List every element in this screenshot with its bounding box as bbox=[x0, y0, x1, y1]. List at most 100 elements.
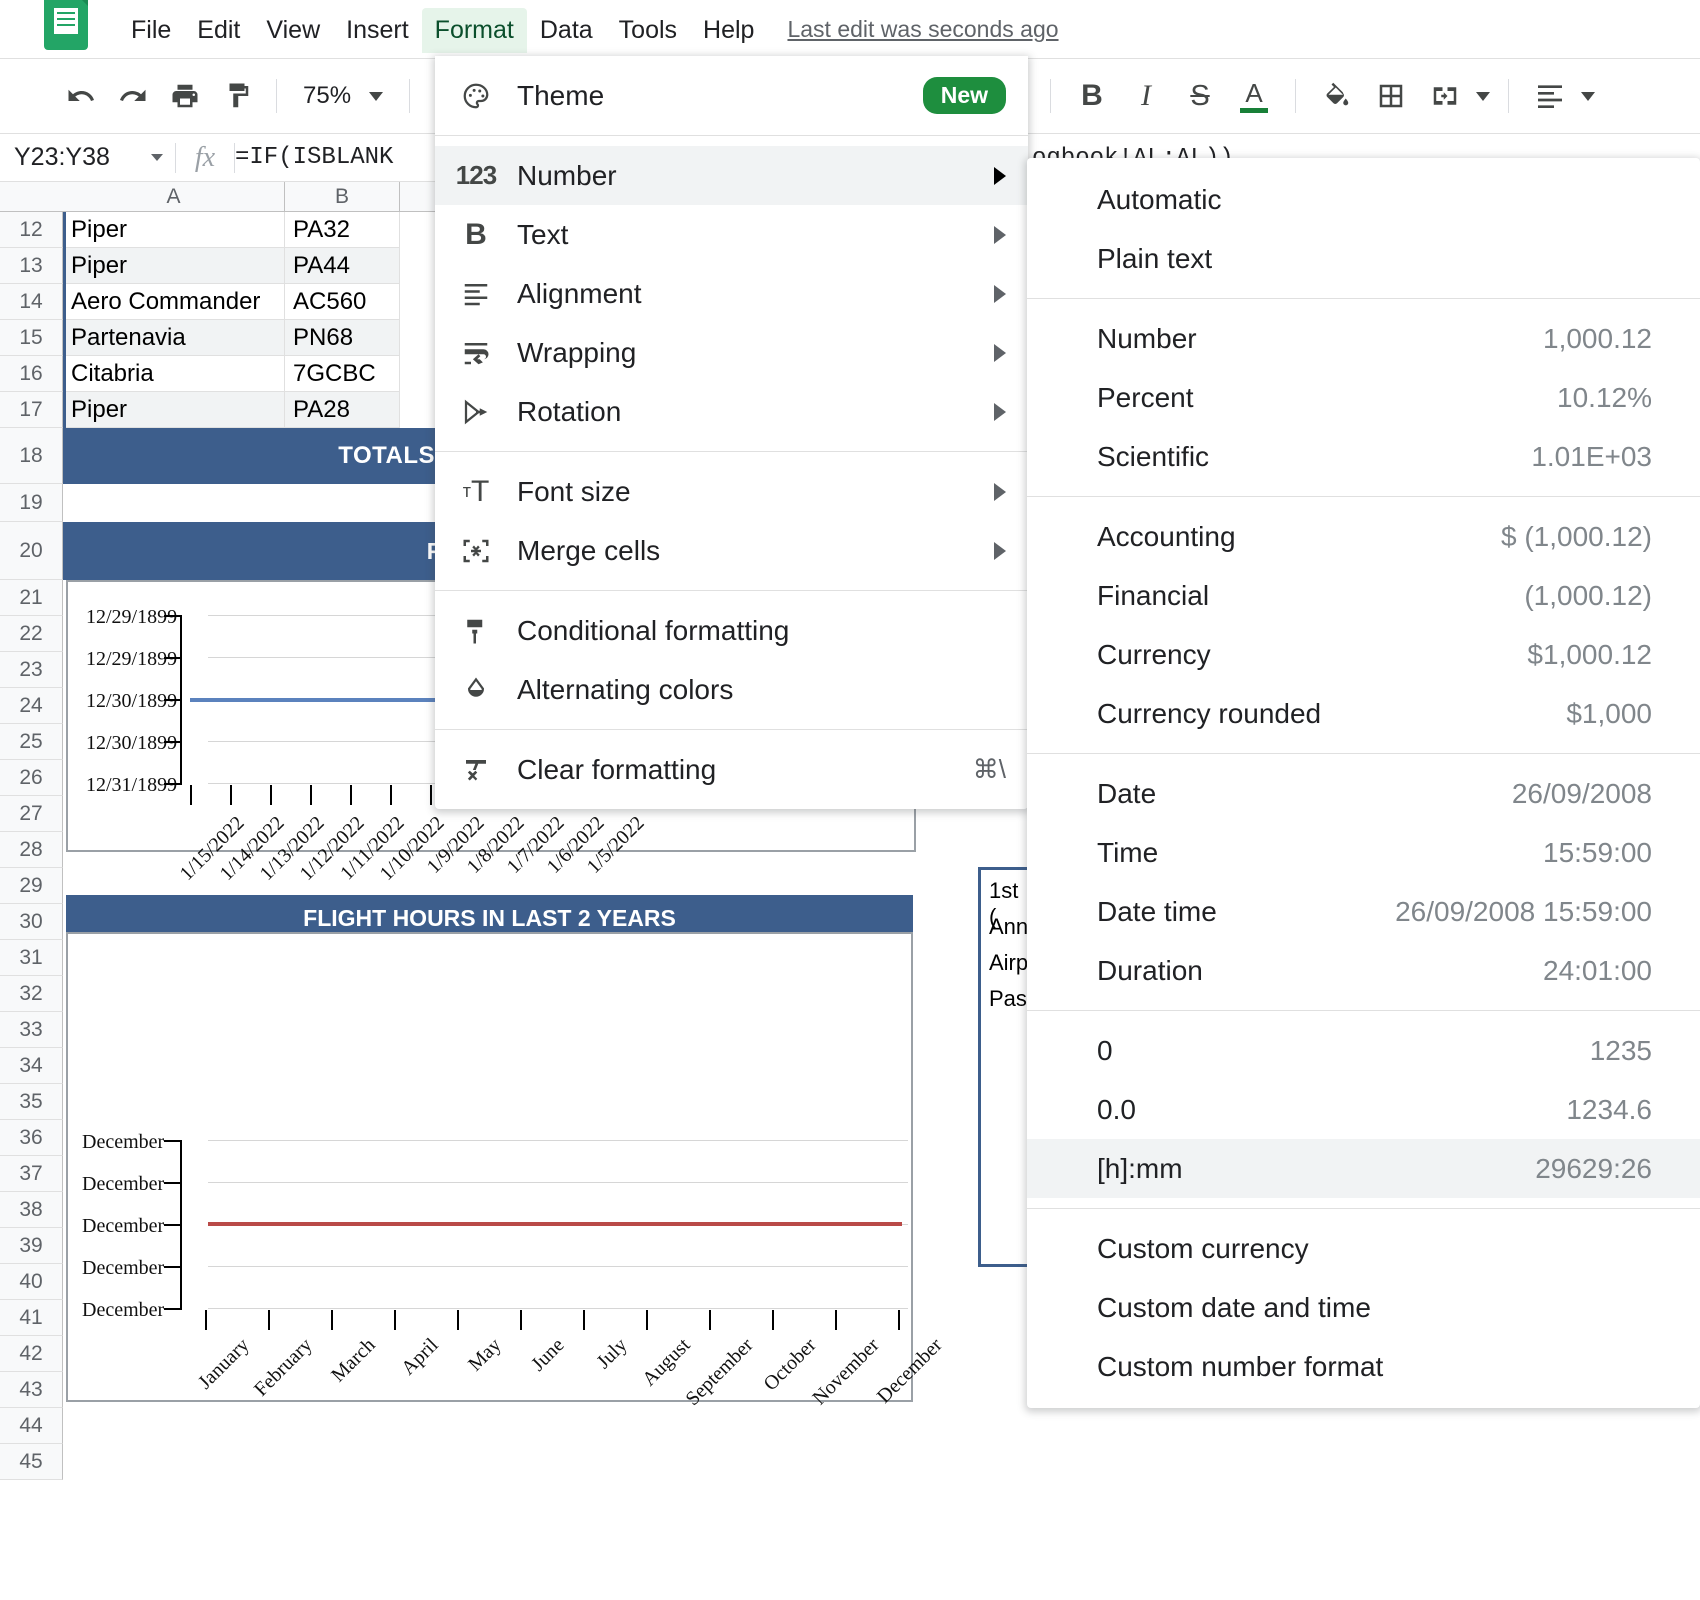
paint-format-icon[interactable] bbox=[214, 73, 260, 119]
row-header-18[interactable]: 18 bbox=[0, 428, 63, 484]
number-format-currency-rounded[interactable]: Currency rounded $1,000 bbox=[1027, 684, 1700, 743]
format-menu[interactable]: Theme New 123 Number B Text Alignment Wr… bbox=[435, 56, 1028, 809]
menu-file[interactable]: File bbox=[118, 8, 184, 53]
number-format-duration[interactable]: Duration 24:01:00 bbox=[1027, 941, 1700, 1000]
row-header-38[interactable]: 38 bbox=[0, 1192, 63, 1228]
sheets-logo-icon[interactable] bbox=[44, 0, 88, 50]
horizontal-align-icon[interactable] bbox=[1527, 73, 1573, 119]
row-header-12[interactable]: 12 bbox=[0, 212, 63, 248]
row-header-20[interactable]: 20 bbox=[0, 522, 63, 580]
menu-data[interactable]: Data bbox=[527, 8, 606, 53]
number-format-custom-date-time[interactable]: Custom date and time bbox=[1027, 1278, 1700, 1337]
menu-help[interactable]: Help bbox=[690, 8, 767, 53]
fill-color-icon[interactable] bbox=[1314, 73, 1360, 119]
number-format-financial[interactable]: Financial (1,000.12) bbox=[1027, 566, 1700, 625]
row-header-17[interactable]: 17 bbox=[0, 392, 63, 428]
row-header-39[interactable]: 39 bbox=[0, 1228, 63, 1264]
menu-tools[interactable]: Tools bbox=[606, 8, 690, 53]
row-header-14[interactable]: 14 bbox=[0, 284, 63, 320]
row-header-25[interactable]: 25 bbox=[0, 724, 63, 760]
cell-b15[interactable]: PN68 bbox=[285, 320, 400, 356]
row-header-23[interactable]: 23 bbox=[0, 652, 63, 688]
selected-range-panel[interactable]: 1st ( Ann Airp Pass bbox=[978, 867, 1028, 1267]
row-header-32[interactable]: 32 bbox=[0, 976, 63, 1012]
row-header-43[interactable]: 43 bbox=[0, 1372, 63, 1408]
flight-hours-last-2-years-chart[interactable]: December December December December Dece… bbox=[66, 932, 947, 1410]
format-menu-merge-cells[interactable]: Merge cells bbox=[435, 521, 1028, 580]
row-header-36[interactable]: 36 bbox=[0, 1120, 63, 1156]
format-menu-font-size[interactable]: тT Font size bbox=[435, 462, 1028, 521]
number-format-accounting[interactable]: Accounting $ (1,000.12) bbox=[1027, 507, 1700, 566]
number-format-custom-currency[interactable]: Custom currency bbox=[1027, 1219, 1700, 1278]
format-menu-text[interactable]: B Text bbox=[435, 205, 1028, 264]
number-format-plain-text[interactable]: Plain text bbox=[1027, 229, 1700, 288]
name-box[interactable]: Y23:Y38 bbox=[0, 143, 175, 172]
number-format-scientific[interactable]: Scientific 1.01E+03 bbox=[1027, 427, 1700, 486]
row-header-27[interactable]: 27 bbox=[0, 796, 63, 832]
row-header-15[interactable]: 15 bbox=[0, 320, 63, 356]
row-header-33[interactable]: 33 bbox=[0, 1012, 63, 1048]
cell-b17[interactable]: PA28 bbox=[285, 392, 400, 428]
column-header-b[interactable]: B bbox=[285, 182, 400, 212]
cell-a13[interactable]: Piper bbox=[63, 248, 285, 284]
row-header-24[interactable]: 24 bbox=[0, 688, 63, 724]
cell-a17[interactable]: Piper bbox=[63, 392, 285, 428]
chevron-down-icon[interactable] bbox=[1581, 91, 1595, 101]
row-header-30[interactable]: 30 bbox=[0, 904, 63, 940]
number-format-integer[interactable]: 0 1235 bbox=[1027, 1021, 1700, 1080]
row-header-37[interactable]: 37 bbox=[0, 1156, 63, 1192]
menu-edit[interactable]: Edit bbox=[184, 8, 253, 53]
format-menu-number[interactable]: 123 Number bbox=[435, 146, 1028, 205]
format-menu-theme[interactable]: Theme New bbox=[435, 66, 1028, 125]
menu-insert[interactable]: Insert bbox=[333, 8, 422, 53]
format-menu-conditional-formatting[interactable]: Conditional formatting bbox=[435, 601, 1028, 660]
number-format-hours-minutes[interactable]: [h]:mm 29629:26 bbox=[1027, 1139, 1700, 1198]
last-edit-status[interactable]: Last edit was seconds ago bbox=[787, 16, 1058, 43]
number-format-automatic[interactable]: Automatic bbox=[1027, 170, 1700, 229]
cell-a16[interactable]: Citabria bbox=[63, 356, 285, 392]
cell-a15[interactable]: Partenavia bbox=[63, 320, 285, 356]
cell-a12[interactable]: Piper bbox=[63, 212, 285, 248]
row-header-13[interactable]: 13 bbox=[0, 248, 63, 284]
cell-a14[interactable]: Aero Commander bbox=[63, 284, 285, 320]
row-header-21[interactable]: 21 bbox=[0, 580, 63, 616]
row-header-35[interactable]: 35 bbox=[0, 1084, 63, 1120]
number-format-date[interactable]: Date 26/09/2008 bbox=[1027, 764, 1700, 823]
format-menu-rotation[interactable]: Rotation bbox=[435, 382, 1028, 441]
menu-view[interactable]: View bbox=[253, 8, 333, 53]
row-header-44[interactable]: 44 bbox=[0, 1408, 63, 1444]
number-submenu[interactable]: Automatic Plain text Number 1,000.12 Per… bbox=[1027, 158, 1700, 1408]
cell-b14[interactable]: AC560 bbox=[285, 284, 400, 320]
bold-button[interactable]: B bbox=[1069, 73, 1115, 119]
row-header-41[interactable]: 41 bbox=[0, 1300, 63, 1336]
number-format-currency[interactable]: Currency $1,000.12 bbox=[1027, 625, 1700, 684]
format-menu-alignment[interactable]: Alignment bbox=[435, 264, 1028, 323]
row-header-42[interactable]: 42 bbox=[0, 1336, 63, 1372]
row-header-34[interactable]: 34 bbox=[0, 1048, 63, 1084]
row-header-40[interactable]: 40 bbox=[0, 1264, 63, 1300]
number-format-percent[interactable]: Percent 10.12% bbox=[1027, 368, 1700, 427]
number-format-one-decimal[interactable]: 0.0 1234.6 bbox=[1027, 1080, 1700, 1139]
row-header-29[interactable]: 29 bbox=[0, 868, 63, 904]
totals-band[interactable]: TOTALS bbox=[63, 428, 453, 484]
zoom-selector[interactable]: 75% bbox=[293, 73, 393, 119]
cell-b16[interactable]: 7GCBC bbox=[285, 356, 400, 392]
number-format-number[interactable]: Number 1,000.12 bbox=[1027, 309, 1700, 368]
borders-icon[interactable] bbox=[1368, 73, 1414, 119]
row-header-45[interactable]: 45 bbox=[0, 1444, 63, 1480]
number-format-date-time[interactable]: Date time 26/09/2008 15:59:00 bbox=[1027, 882, 1700, 941]
row-header-22[interactable]: 22 bbox=[0, 616, 63, 652]
undo-icon[interactable] bbox=[58, 73, 104, 119]
row-header-16[interactable]: 16 bbox=[0, 356, 63, 392]
merge-cells-icon[interactable] bbox=[1422, 73, 1468, 119]
format-menu-alternating-colors[interactable]: Alternating colors bbox=[435, 660, 1028, 719]
row-header-19[interactable]: 19 bbox=[0, 484, 63, 522]
print-icon[interactable] bbox=[162, 73, 208, 119]
redo-icon[interactable] bbox=[110, 73, 156, 119]
cell-b13[interactable]: PA44 bbox=[285, 248, 400, 284]
row-header-28[interactable]: 28 bbox=[0, 832, 63, 868]
row-header-31[interactable]: 31 bbox=[0, 940, 63, 976]
format-menu-clear-formatting[interactable]: Clear formatting ⌘\ bbox=[435, 740, 1028, 799]
row-header-26[interactable]: 26 bbox=[0, 760, 63, 796]
cell-b12[interactable]: PA32 bbox=[285, 212, 400, 248]
